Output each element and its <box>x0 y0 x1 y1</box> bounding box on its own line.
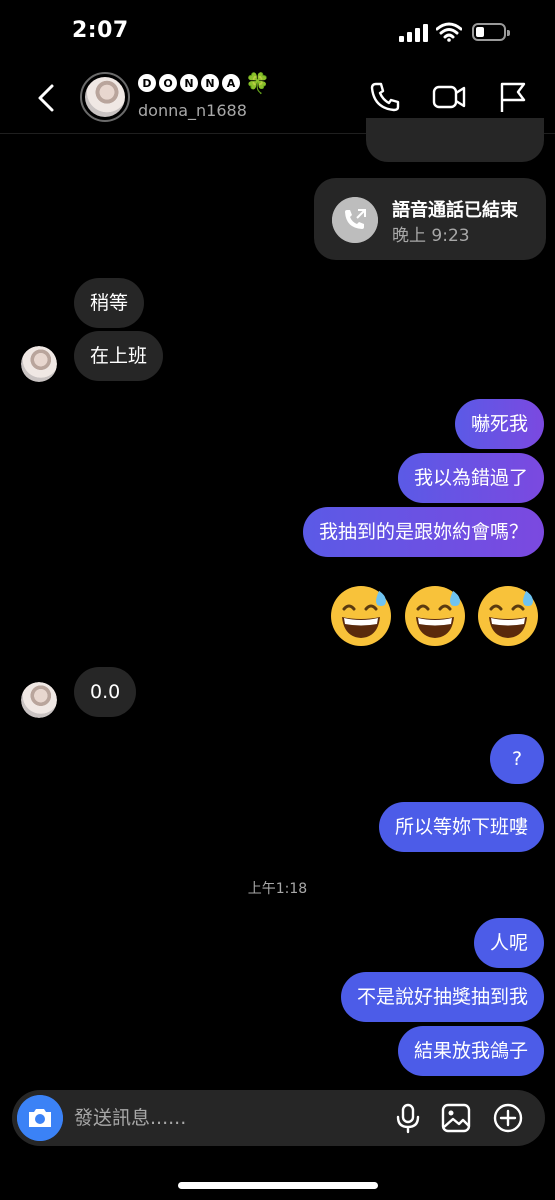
back-icon[interactable] <box>30 78 64 118</box>
call-ended-icon <box>332 197 378 243</box>
microphone-icon[interactable] <box>392 1102 424 1134</box>
message-timestamp: 上午1:18 <box>247 881 308 897</box>
message-incoming[interactable]: 在上班 <box>74 331 164 381</box>
gallery-icon[interactable] <box>440 1102 472 1134</box>
name-letter: D <box>138 74 156 92</box>
call-ended-card[interactable]: 語音通話已結束 晚上 9:23 <box>314 178 546 260</box>
message-input[interactable] <box>74 1104 374 1132</box>
contact-name[interactable]: D O N N A 🍀 <box>138 71 270 95</box>
call-title: 語音通話已結束 <box>392 200 518 221</box>
grinning-sweat-emoji[interactable] <box>330 585 392 647</box>
avatar[interactable] <box>80 72 130 122</box>
flag-icon[interactable] <box>496 80 530 114</box>
avatar[interactable] <box>21 346 57 382</box>
name-letter: N <box>180 74 198 92</box>
add-icon[interactable] <box>492 1102 524 1134</box>
battery-icon <box>472 23 510 41</box>
home-indicator[interactable] <box>178 1182 378 1189</box>
clover-emoji: 🍀 <box>245 71 270 95</box>
message-outgoing[interactable]: 我抽到的是跟妳約會嗎？ <box>302 507 544 557</box>
name-letter: O <box>159 74 177 92</box>
message-outgoing[interactable]: 我以為錯過了 <box>397 453 544 503</box>
wifi-icon <box>436 22 462 42</box>
message-incoming[interactable]: 稍等 <box>74 278 145 328</box>
call-time: 晚上 9:23 <box>392 226 470 246</box>
video-icon[interactable] <box>432 80 466 114</box>
signal-icon <box>399 24 429 42</box>
grinning-sweat-emoji[interactable] <box>404 585 466 647</box>
message-outgoing[interactable]: 嚇死我 <box>454 399 544 449</box>
status-time: 2:07 <box>72 18 129 43</box>
message-outgoing[interactable]: 不是說好抽獎抽到我 <box>340 972 544 1022</box>
camera-icon[interactable] <box>17 1095 63 1141</box>
previous-message <box>366 118 544 162</box>
message-outgoing[interactable]: ? <box>490 734 544 784</box>
avatar[interactable] <box>21 682 57 718</box>
name-letter: A <box>222 74 240 92</box>
status-bar: 2:07 <box>0 0 555 64</box>
phone-icon[interactable] <box>368 80 402 114</box>
name-letter: N <box>201 74 219 92</box>
message-outgoing[interactable]: 人呢 <box>473 918 544 968</box>
message-outgoing[interactable]: 結果放我鴿子 <box>397 1026 544 1076</box>
grinning-sweat-emoji[interactable] <box>477 585 539 647</box>
message-incoming[interactable]: 0.0 <box>74 667 137 717</box>
contact-username[interactable]: donna_n1688 <box>138 101 247 120</box>
message-composer <box>12 1090 545 1146</box>
message-outgoing[interactable]: 所以等妳下班嘍 <box>378 802 544 852</box>
